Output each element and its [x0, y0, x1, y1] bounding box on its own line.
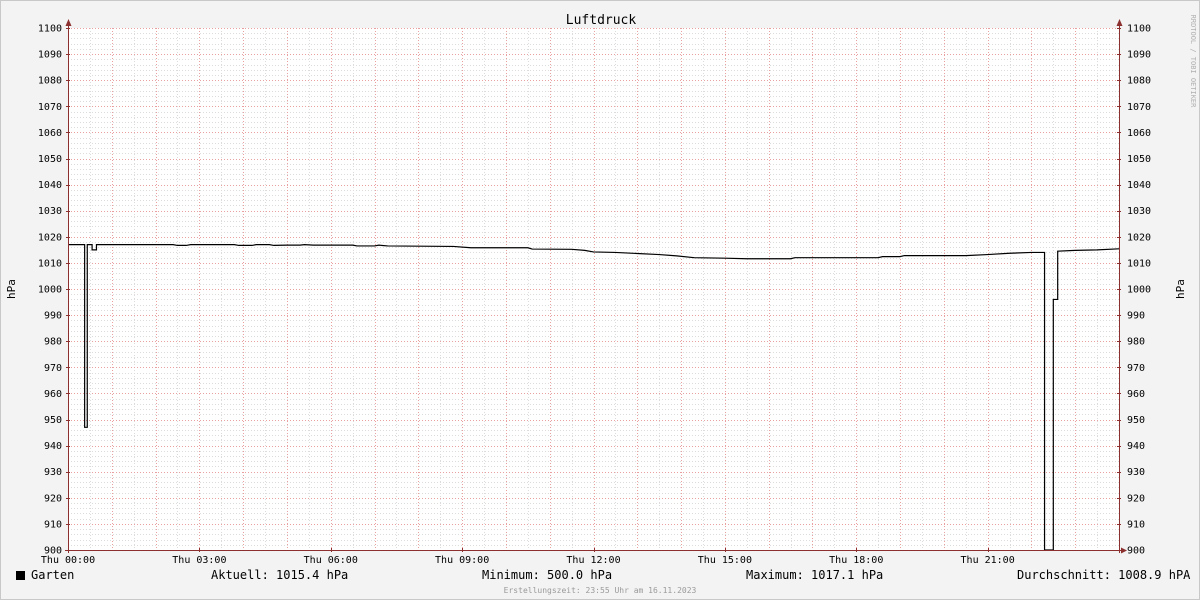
y-tick-label-right: 1000 — [1127, 285, 1151, 296]
y-tick-label-left: 1010 — [38, 258, 62, 269]
creation-timestamp: Erstellungszeit: 23:55 Uhr am 16.11.2023 — [503, 586, 697, 595]
x-tick-label: Thu 21:00 — [961, 555, 1015, 566]
y-axis-label-right: hPa — [1174, 279, 1187, 299]
y-tick-label-right: 980 — [1127, 337, 1145, 348]
chart-frame: 900 910 920 930 940 950 960 970 980 990 1000 1010 10… — [0, 0, 1200, 600]
y-tick-label-left: 930 — [44, 467, 62, 478]
y-tick-label-right: 950 — [1127, 415, 1145, 426]
y-tick-label-right: 920 — [1127, 493, 1145, 504]
y-tick-label-left: 1020 — [38, 232, 62, 243]
y-tick-label-left: 980 — [44, 337, 62, 348]
legend-minimum: Minimum: 500.0 hPa — [482, 568, 613, 582]
y-tick-label-right: 1060 — [1127, 128, 1151, 139]
y-tick-label-left: 920 — [44, 493, 62, 504]
y-tick-label-left: 1040 — [38, 180, 62, 191]
x-tick-label: Thu 15:00 — [698, 555, 752, 566]
x-tick-label: Thu 00:00 — [41, 555, 95, 566]
chart-title: Luftdruck — [566, 13, 637, 28]
y-tick-label-right: 1090 — [1127, 50, 1151, 61]
y-tick-label-left: 1060 — [38, 128, 62, 139]
legend-row: Garten Aktuell: 1015.4 hPa Minimum: 500.… — [1, 567, 1199, 585]
y-tick-label-left: 1080 — [38, 76, 62, 87]
legend-swatch — [16, 571, 25, 580]
y-tick-label-right: 960 — [1127, 389, 1145, 400]
x-tick-label: Thu 03:00 — [172, 555, 226, 566]
y-axis-right-arrow — [1116, 19, 1123, 26]
y-tick-label-right: 990 — [1127, 311, 1145, 322]
y-tick-label-right: 900 — [1127, 546, 1145, 557]
y-tick-label-left: 960 — [44, 389, 62, 400]
y-tick-label-right: 1080 — [1127, 76, 1151, 87]
x-tick-labels: Thu 00:00 Thu 03:00 Thu 06:00 Thu 09:00 Thu … — [41, 555, 1015, 566]
pressure-chart: 900 910 920 930 940 950 960 970 980 990 1000 1010 10… — [5, 13, 1197, 566]
y-tick-label-left: 1070 — [38, 102, 62, 113]
y-tick-label-right: 1040 — [1127, 180, 1151, 191]
y-tick-label-left: 990 — [44, 311, 62, 322]
y-tick-label-left: 1100 — [38, 24, 62, 35]
y-tick-labels-left: 9009109209309409509609709809901000101010… — [38, 24, 62, 557]
x-tick-label: Thu 06:00 — [304, 555, 358, 566]
y-tick-label-left: 950 — [44, 415, 62, 426]
y-tick-label-right: 970 — [1127, 363, 1145, 374]
y-tick-label-left: 970 — [44, 363, 62, 374]
y-tick-label-right: 1050 — [1127, 154, 1151, 165]
legend-maximum: Maximum: 1017.1 hPa — [746, 568, 884, 582]
y-tick-label-right: 930 — [1127, 467, 1145, 478]
y-tick-label-right: 940 — [1127, 441, 1145, 452]
watermark: RRDTOOL / TOBI OETIKER — [1189, 15, 1197, 109]
y-tick-label-right: 1030 — [1127, 206, 1151, 217]
legend-current: Aktuell: 1015.4 hPa — [211, 568, 349, 582]
y-tick-label-right: 1020 — [1127, 232, 1151, 243]
y-tick-label-left: 1000 — [38, 285, 62, 296]
legend-series-name: Garten — [31, 568, 75, 582]
y-tick-label-right: 1070 — [1127, 102, 1151, 113]
y-tick-label-right: 910 — [1127, 519, 1145, 530]
y-axis-label-left: hPa — [5, 279, 18, 299]
y-axis-left-arrow — [65, 19, 72, 26]
y-tick-labels-right: 900 910 920 930 940 950 960 970 980 990 1000 1010 10… — [1127, 24, 1151, 557]
legend-average: Durchschnitt: 1008.9 hPA — [1017, 568, 1191, 582]
y-tick-label-left: 940 — [44, 441, 62, 452]
y-tick-label-left: 1050 — [38, 154, 62, 165]
y-tick-label-left: 1030 — [38, 206, 62, 217]
y-tick-label-right: 1010 — [1127, 258, 1151, 269]
x-tick-label: Thu 09:00 — [435, 555, 489, 566]
y-tick-label-left: 910 — [44, 519, 62, 530]
x-tick-label: Thu 12:00 — [566, 555, 620, 566]
y-tick-label-right: 1100 — [1127, 24, 1151, 35]
y-tick-label-left: 1090 — [38, 50, 62, 61]
x-tick-label: Thu 18:00 — [829, 555, 883, 566]
